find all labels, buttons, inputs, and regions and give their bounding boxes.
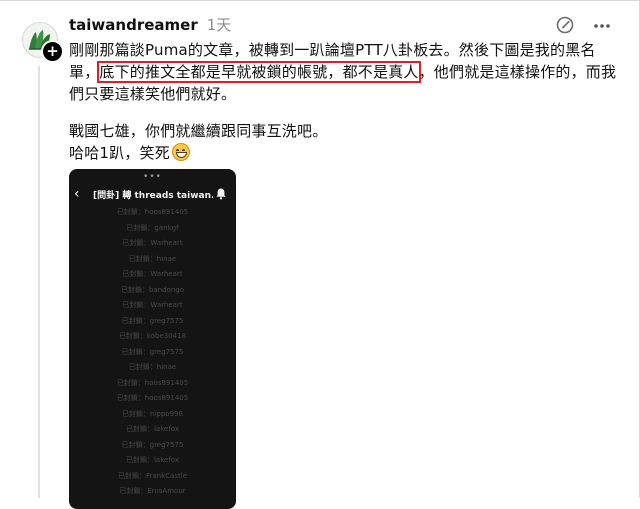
blocked-row: 已封鎖：kobe30418 <box>118 332 187 340</box>
blocked-row: 已封鎖：hoos891405 <box>116 208 189 216</box>
grinning-face-icon <box>171 143 190 161</box>
phone-dots: ••• <box>143 172 162 182</box>
blocked-row: 已封鎖：hoos891405 <box>116 394 189 402</box>
post-body: 剛剛那篇談Puma的文章，被轉到一趴論壇PTT八卦板去。然後下圖是我的黑名 單，… <box>69 39 617 164</box>
highlighted-text: 底下的推文全都是早就被鎖的帳號，都不是真人 <box>97 61 421 83</box>
bell-icon <box>216 188 226 200</box>
post-line-2-prefix: 單， <box>69 63 100 81</box>
post-line-2-suffix: ，他們就是這樣操作的，而我 <box>418 63 617 81</box>
post-line-1: 剛剛那篇談Puma的文章，被轉到一趴論壇PTT八卦板去。然後下圖是我的黑名 <box>69 41 596 59</box>
blocked-row: 已封鎖：greg7575 <box>121 316 184 325</box>
post-line-2: 單，底下的推文全都是早就被鎖的帳號，都不是真人，他們就是這樣操作的，而我 <box>69 61 617 83</box>
post-line-5-text: 哈哈1趴，笑死 <box>69 144 170 162</box>
blocked-row: 已封鎖：nippo998 <box>122 409 183 418</box>
blocked-row: 已封鎖：Warheart <box>122 270 183 278</box>
post-line-4: 戰國七雄，你們就繼續跟同事互洗吧。 <box>69 122 328 140</box>
blocked-row: 已封鎖：greg7575 <box>121 347 184 356</box>
blocked-row: 已封鎖：hinae <box>128 363 177 371</box>
blocked-row: 已封鎖：hoos891405 <box>116 378 189 387</box>
thread-line <box>38 66 40 498</box>
blocked-row: 已封鎖：FrankCastle <box>118 471 187 480</box>
blocked-row: 已封鎖：Warheart <box>122 239 183 247</box>
blocked-list: 已封鎖：hoos891405 已封鎖：gankgf 已封鎖：Warheart 已… <box>69 205 236 500</box>
blocked-row: 已封鎖：lakefox <box>125 456 180 464</box>
post-line-5: 哈哈1趴，笑死 <box>69 142 617 164</box>
blocked-row: 已封鎖：bandongo <box>120 285 185 294</box>
more-icon[interactable] <box>592 16 612 36</box>
phone-header: ‹ [問卦] 轉 threads taiwan... <box>69 183 236 207</box>
attached-screenshot[interactable]: ••• ‹ [問卦] 轉 threads taiwan... 已封鎖：hoos8… <box>69 169 236 509</box>
follow-plus-icon[interactable]: + <box>41 40 64 63</box>
blocked-row: 已封鎖：lakefox <box>125 425 180 433</box>
back-chevron-icon: ‹ <box>74 186 80 202</box>
edit-icon[interactable] <box>555 15 575 35</box>
post-header: taiwandreamer 1天 <box>69 14 231 36</box>
username[interactable]: taiwandreamer <box>69 16 198 34</box>
blocked-row: 已封鎖：ErosAmour <box>119 487 186 495</box>
blocked-row: 已封鎖：hinae <box>128 254 177 263</box>
window-top-border <box>0 0 640 1</box>
blocked-row: 已封鎖：greg7575 <box>121 440 184 449</box>
post-line-3: 們只要這樣笑他們就好。 <box>69 85 237 103</box>
phone-title: [問卦] 轉 threads taiwan... <box>93 191 213 201</box>
blocked-row: 已封鎖：gankgf <box>126 223 179 232</box>
post-time: 1天 <box>206 16 232 34</box>
blocked-row: 已封鎖：Warheart <box>122 301 183 309</box>
